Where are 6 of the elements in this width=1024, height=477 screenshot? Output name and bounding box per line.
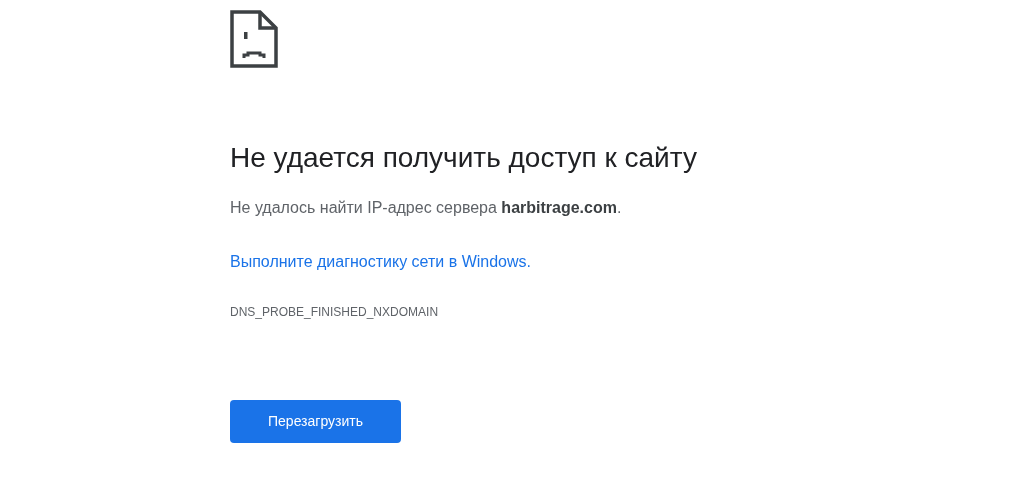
- error-message: Не удалось найти IP-адрес сервера harbitrage.com.: [230, 198, 623, 218]
- error-heading: Не удается получить доступ к сайту: [230, 141, 698, 175]
- error-code: DNS_PROBE_FINISHED_NXDOMAIN: [230, 304, 440, 320]
- reload-button[interactable]: Перезагрузить: [230, 400, 401, 443]
- diagnostics-link[interactable]: Выполните диагностику сети в Windows.: [230, 250, 531, 274]
- sad-page-icon: [230, 10, 278, 68]
